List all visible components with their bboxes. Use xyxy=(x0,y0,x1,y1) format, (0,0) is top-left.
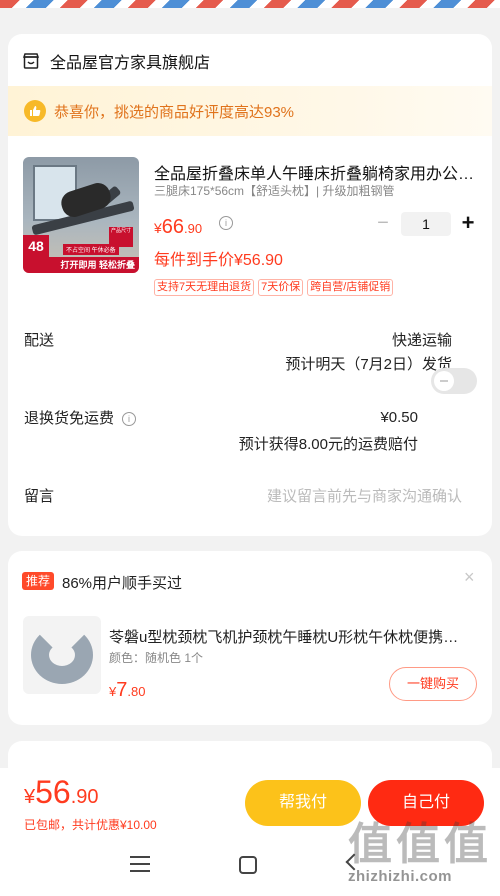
delivery-eta: 预计明天（7月2日）发货 xyxy=(285,356,452,373)
message-label: 留言 xyxy=(24,488,55,505)
shipping-discount-note: 已包邮，共计优惠¥10.00 xyxy=(24,818,157,832)
product-price: ¥ 66 .90 xyxy=(154,216,202,239)
recommend-title: 86%用户顺手买过 xyxy=(62,575,183,592)
watermark-glyph: 值 xyxy=(348,820,392,869)
quantity-plus-button[interactable]: + xyxy=(458,210,478,236)
final-price: 每件到手价¥56.90 xyxy=(154,252,283,269)
quantity-minus-button[interactable]: − xyxy=(373,212,393,236)
promo-tags: 支持7天无理由退货 7天价保 跨自营/店铺促销 xyxy=(154,279,394,296)
return-insurance-info-icon[interactable]: i xyxy=(122,412,137,426)
product-price-currency: ¥ xyxy=(154,220,162,236)
watermark-glyph: 值 xyxy=(444,820,488,869)
recommend-item-name[interactable]: 苓磐u型枕颈枕飞机护颈枕午睡枕U形枕午休枕便携旅行枕 xyxy=(109,626,469,647)
order-card-content: 全品屋折叠床单人午睡床折叠躺椅家用办公室简易陪护床 三腿床175*56cm【舒适… xyxy=(8,34,492,536)
recommend-item-price: ¥ 7 .80 xyxy=(109,679,145,702)
return-insurance-price: ¥0.50 xyxy=(380,409,418,426)
recommend-badge: 推荐 xyxy=(22,572,55,590)
watermark: 值 值 值 zhizhizhi.com xyxy=(348,808,498,896)
return-insurance-note: 预计获得8.00元的运费赔付 xyxy=(238,436,418,453)
recommend-price-dec: .80 xyxy=(127,684,146,699)
price-info-icon[interactable]: i xyxy=(219,216,233,230)
nav-home-icon[interactable] xyxy=(239,856,257,874)
quantity-input[interactable]: 1 xyxy=(401,212,451,236)
total-price: ¥ 56 .90 xyxy=(24,774,99,811)
recommend-item-spec: 颜色：随机色 1个 xyxy=(109,651,204,665)
airmail-border xyxy=(0,0,500,8)
help-pay-button[interactable]: 帮我付 xyxy=(245,780,361,826)
nav-menu-icon[interactable] xyxy=(130,856,150,872)
one-click-buy-button[interactable]: 一键购买 xyxy=(389,667,477,701)
pillow-image xyxy=(31,626,93,684)
delivery-label: 配送 xyxy=(24,332,55,349)
product-price-dec: .90 xyxy=(184,221,203,236)
return-insurance-toggle[interactable] xyxy=(431,368,477,394)
return-insurance-label: 退换货免运费 xyxy=(24,410,115,427)
close-icon[interactable]: × xyxy=(464,567,475,588)
product-price-int: 66 xyxy=(161,216,185,238)
recommend-item-image[interactable] xyxy=(23,616,101,694)
total-int: 56 xyxy=(35,774,71,810)
delivery-method[interactable]: 快递运输 xyxy=(392,329,452,350)
recommend-card: 推荐 86%用户顺手买过 × 苓磐u型枕颈枕飞机护颈枕午睡枕U形枕午休枕便携旅行… xyxy=(8,551,492,725)
recommend-price-currency: ¥ xyxy=(109,684,117,699)
promo-tag: 支持7天无理由退货 xyxy=(154,279,255,296)
total-dec: .90 xyxy=(70,786,99,808)
message-input[interactable]: 建议留言前先与商家沟通确认 xyxy=(267,485,462,506)
promo-tag: 跨自营/店铺促销 xyxy=(307,279,394,296)
product-title[interactable]: 全品屋折叠床单人午睡床折叠躺椅家用办公室简易陪护床 xyxy=(154,160,476,184)
watermark-url: zhizhizhi.com xyxy=(348,868,452,885)
total-currency: ¥ xyxy=(24,786,36,808)
watermark-glyph: 值 xyxy=(396,820,440,869)
promo-tag: 7天价保 xyxy=(258,279,304,296)
toggle-knob xyxy=(434,371,454,391)
product-spec[interactable]: 三腿床175*56cm【舒适头枕】| 升级加粗钢管 xyxy=(154,182,476,199)
return-insurance-row: 退换货免运费 i xyxy=(24,407,137,428)
recommend-price-int: 7 xyxy=(116,679,128,701)
